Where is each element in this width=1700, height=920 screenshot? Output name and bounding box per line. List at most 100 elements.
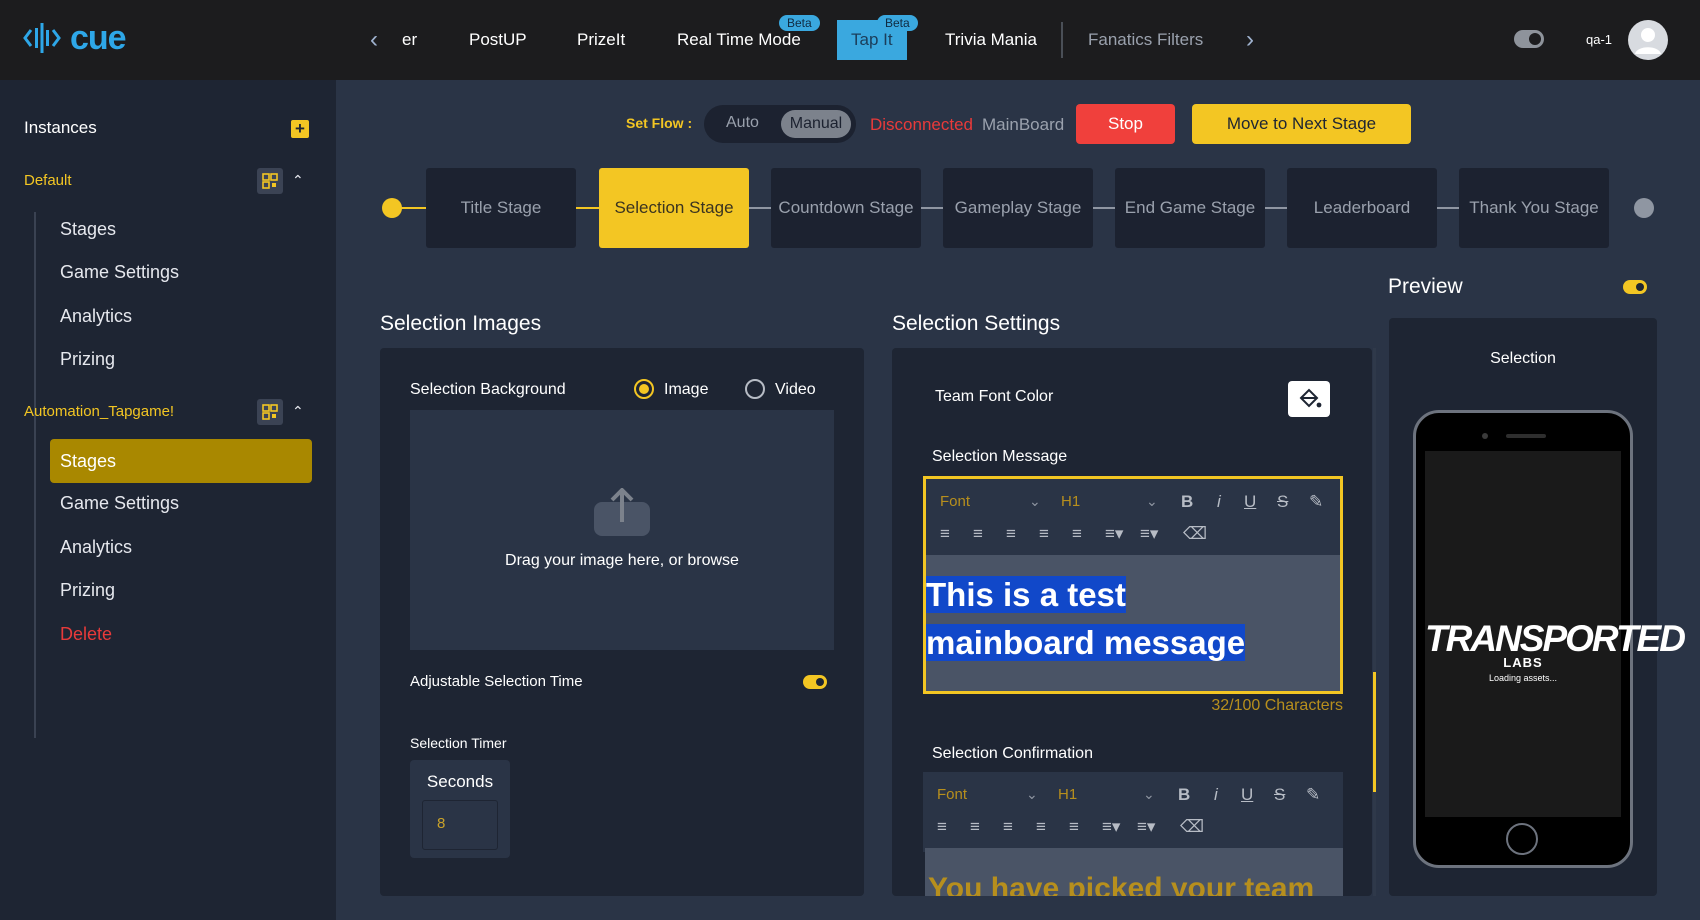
selection-message-editor[interactable]: Font ⌄ H1 ⌄ B i U S ✎ ≡ ≡ ≡ ≡ ≡ ≡▾ ≡▾ ⌫ … xyxy=(923,476,1343,694)
chevron-down-icon[interactable]: ⌄ xyxy=(1143,786,1155,803)
settings-scrollbar[interactable] xyxy=(1373,348,1376,896)
image-dropzone[interactable]: Drag your image here, or browse xyxy=(410,410,834,650)
chevron-down-icon[interactable]: ⌄ xyxy=(1146,493,1158,510)
sidebar-item-delete[interactable]: Delete xyxy=(60,623,112,645)
move-to-next-stage-button[interactable]: Move to Next Stage xyxy=(1192,104,1411,144)
highlighter-icon[interactable]: ✎ xyxy=(1306,785,1320,805)
bullet-list-icon[interactable]: ≡▾ xyxy=(1137,817,1155,837)
instance-default[interactable]: Default xyxy=(24,172,72,189)
qr-code-icon[interactable] xyxy=(257,168,283,194)
phone-camera xyxy=(1482,433,1488,439)
image-option-label[interactable]: Image xyxy=(664,381,708,399)
highlighter-icon[interactable]: ✎ xyxy=(1309,492,1323,512)
align-left-icon[interactable]: ≡ xyxy=(937,817,947,837)
stage-leaderboard[interactable]: Leaderboard xyxy=(1287,168,1437,248)
stage-gameplay[interactable]: Gameplay Stage xyxy=(943,168,1093,248)
avatar[interactable] xyxy=(1628,20,1668,60)
align-right-icon[interactable]: ≡ xyxy=(1006,524,1016,544)
stage-countdown[interactable]: Countdown Stage xyxy=(771,168,921,248)
nav-scroll-right-icon[interactable]: › xyxy=(1246,26,1254,54)
outdent-icon[interactable]: ≡ xyxy=(1036,817,1046,837)
eraser-icon[interactable]: ⌫ xyxy=(1183,524,1207,544)
team-font-color-label: Team Font Color xyxy=(935,388,1054,405)
image-radio[interactable] xyxy=(634,379,654,399)
preview-toggle[interactable] xyxy=(1623,280,1647,294)
sidebar-item-game-settings[interactable]: Game Settings xyxy=(60,492,179,514)
logo-text: cue xyxy=(70,19,127,57)
bold-icon[interactable]: B xyxy=(1181,492,1193,512)
ordered-list-icon[interactable]: ≡▾ xyxy=(1102,817,1120,837)
font-select[interactable]: Font xyxy=(937,786,967,803)
video-option-label[interactable]: Video xyxy=(775,381,816,399)
sidebar-item-stages[interactable]: Stages xyxy=(60,218,116,240)
tree-line xyxy=(34,438,36,738)
stop-button[interactable]: Stop xyxy=(1076,104,1175,144)
instance-automation-tapgame[interactable]: Automation_Tapgame! xyxy=(24,403,174,420)
ordered-list-icon[interactable]: ≡▾ xyxy=(1105,524,1123,544)
chevron-up-icon[interactable]: ⌃ xyxy=(292,172,304,189)
nav-item-postup[interactable]: PostUP xyxy=(469,26,527,54)
underline-icon[interactable]: U xyxy=(1241,785,1253,805)
team-font-color-picker[interactable] xyxy=(1288,381,1330,417)
selection-confirmation-text: You have picked your team xyxy=(928,872,1315,896)
heading-select[interactable]: H1 xyxy=(1058,786,1077,803)
chevron-down-icon[interactable]: ⌄ xyxy=(1026,786,1038,803)
stage-thank-you[interactable]: Thank You Stage xyxy=(1459,168,1609,248)
nav-item-trivia-mania[interactable]: Trivia Mania xyxy=(945,26,1037,54)
indent-icon[interactable]: ≡ xyxy=(1072,524,1082,544)
underline-icon[interactable]: U xyxy=(1244,492,1256,512)
stage-end-game[interactable]: End Game Stage xyxy=(1115,168,1265,248)
italic-icon[interactable]: i xyxy=(1217,492,1221,512)
bullet-list-icon[interactable]: ≡▾ xyxy=(1140,524,1158,544)
adjustable-selection-time-toggle[interactable] xyxy=(803,675,827,689)
app-logo[interactable]: cue xyxy=(22,18,127,58)
bold-icon[interactable]: B xyxy=(1178,785,1190,805)
selection-confirmation-label: Selection Confirmation xyxy=(932,745,1093,762)
font-select[interactable]: Font xyxy=(940,493,970,510)
connection-status: Disconnected xyxy=(870,115,974,134)
selection-confirmation-editor[interactable]: Font ⌄ H1 ⌄ B i U S ✎ ≡ ≡ ≡ ≡ ≡ ≡▾ ≡▾ ⌫ … xyxy=(923,772,1343,896)
nav-item-prizeit[interactable]: PrizeIt xyxy=(577,26,625,54)
chevron-down-icon[interactable]: ⌄ xyxy=(1029,493,1041,510)
settings-scrollbar-thumb[interactable] xyxy=(1373,672,1376,792)
loading-text: Loading assets... xyxy=(1488,673,1558,683)
video-radio[interactable] xyxy=(745,379,765,399)
heading-select[interactable]: H1 xyxy=(1061,493,1080,510)
eraser-icon[interactable]: ⌫ xyxy=(1180,817,1204,837)
flow-auto-option[interactable]: Auto xyxy=(726,114,759,132)
phone-mockup: TRANSPORTED LABS Loading assets... xyxy=(1413,410,1686,868)
italic-icon[interactable]: i xyxy=(1214,785,1218,805)
editor-content[interactable]: This is a test mainboard message xyxy=(926,555,1340,691)
nav-item-fanatics-filters[interactable]: Fanatics Filters xyxy=(1088,26,1203,54)
align-center-icon[interactable]: ≡ xyxy=(973,524,983,544)
theme-toggle[interactable] xyxy=(1514,30,1544,48)
sidebar-item-prizing[interactable]: Prizing xyxy=(60,348,115,370)
nav-scroll-left-icon[interactable]: ‹ xyxy=(370,26,378,54)
sidebar-item-game-settings[interactable]: Game Settings xyxy=(60,261,179,283)
strikethrough-icon[interactable]: S xyxy=(1277,492,1288,512)
board-name: MainBoard xyxy=(982,115,1065,134)
qr-code-icon[interactable] xyxy=(257,399,283,425)
phone-speaker xyxy=(1506,434,1546,438)
brand-logo: TRANSPORTED xyxy=(1425,618,1686,659)
sidebar-item-stages-active[interactable]: Stages xyxy=(50,439,312,483)
stage-selection[interactable]: Selection Stage xyxy=(599,168,749,248)
strikethrough-icon[interactable]: S xyxy=(1274,785,1285,805)
nav-item-er[interactable]: er xyxy=(402,26,417,54)
sidebar-item-prizing[interactable]: Prizing xyxy=(60,579,115,601)
stage-title[interactable]: Title Stage xyxy=(426,168,576,248)
align-left-icon[interactable]: ≡ xyxy=(940,524,950,544)
seconds-input[interactable]: 8 xyxy=(422,800,498,850)
flow-manual-option[interactable]: Manual xyxy=(781,110,851,138)
add-instance-button[interactable]: + xyxy=(291,120,309,138)
flow-mode-toggle[interactable]: Auto Manual xyxy=(704,105,856,143)
sidebar-item-analytics[interactable]: Analytics xyxy=(60,305,132,327)
nav-item-real-time-mode[interactable]: Real Time Mode xyxy=(677,26,801,54)
indent-icon[interactable]: ≡ xyxy=(1069,817,1079,837)
chevron-up-icon[interactable]: ⌃ xyxy=(292,403,304,420)
align-right-icon[interactable]: ≡ xyxy=(1003,817,1013,837)
editor-content[interactable]: You have picked your team xyxy=(925,848,1343,896)
align-center-icon[interactable]: ≡ xyxy=(970,817,980,837)
outdent-icon[interactable]: ≡ xyxy=(1039,524,1049,544)
sidebar-item-analytics[interactable]: Analytics xyxy=(60,536,132,558)
